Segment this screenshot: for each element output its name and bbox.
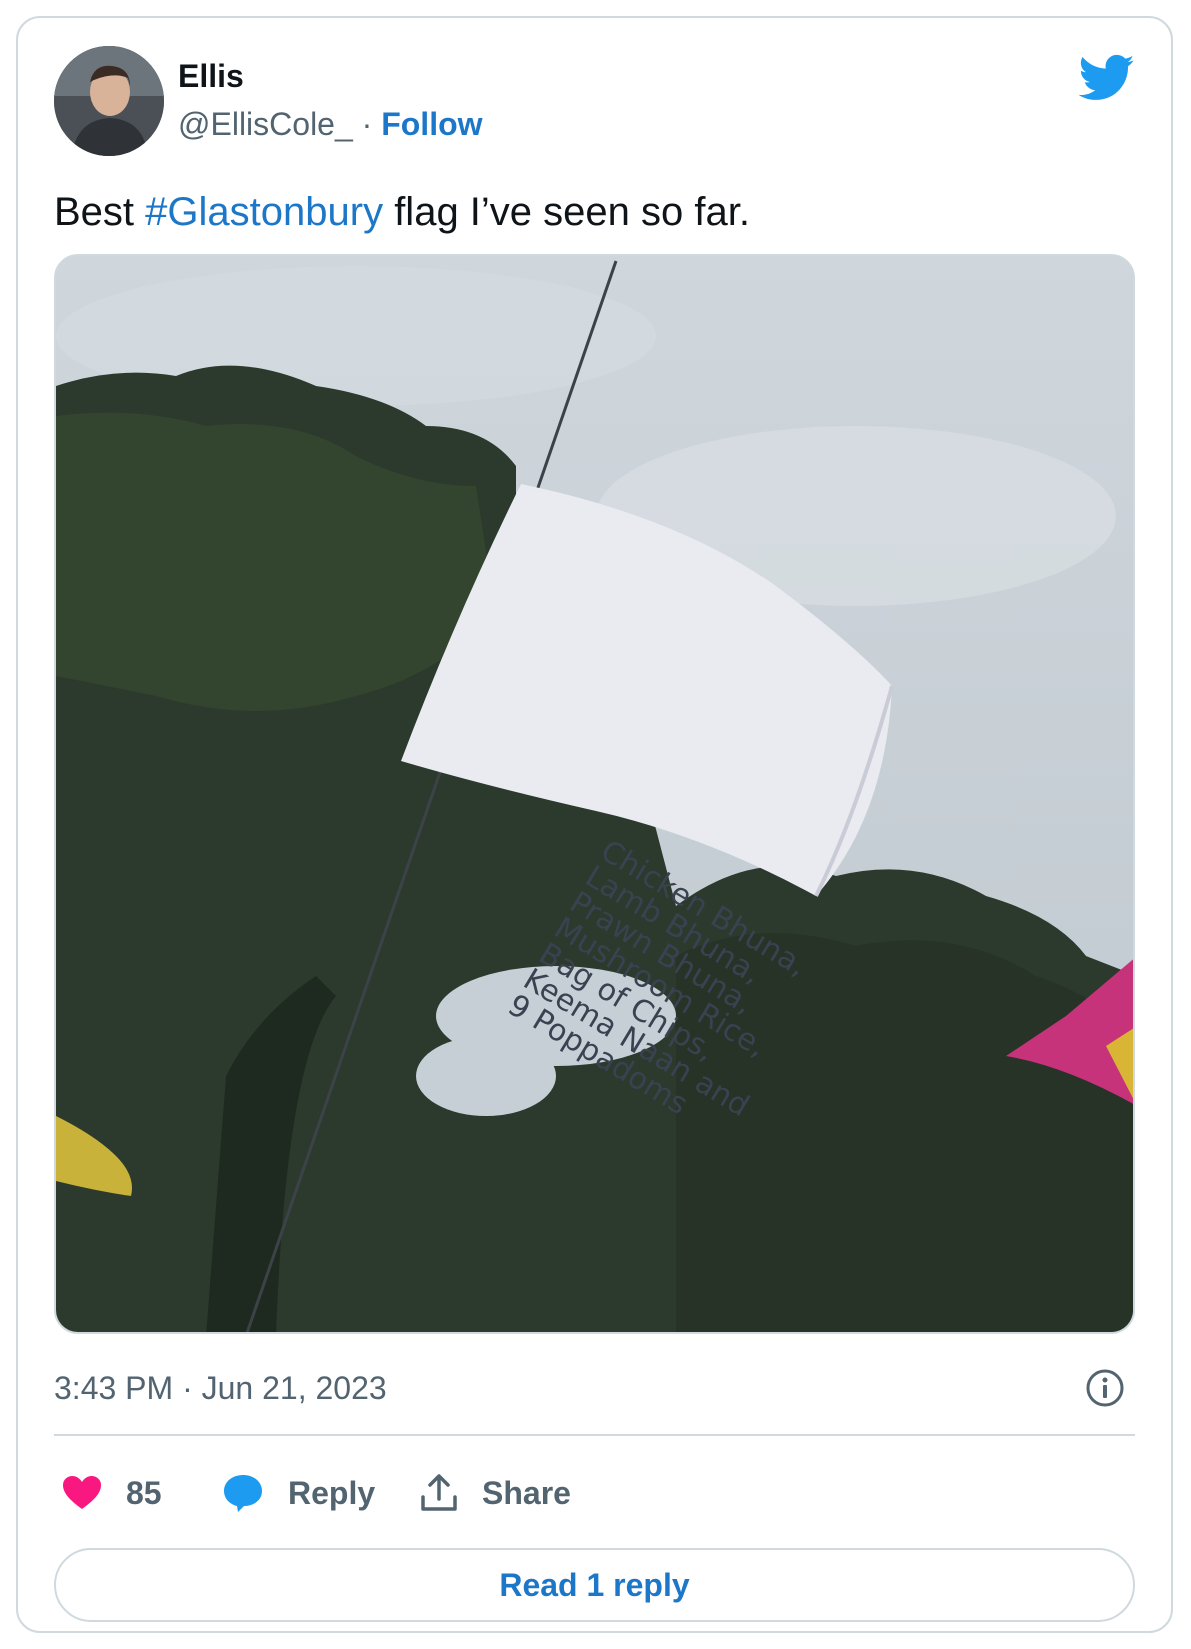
tweet-text-after: flag I’ve seen so far. <box>383 190 750 234</box>
tweet-photo[interactable]: Chicken Bhuna, Lamb Bhuna, Prawn Bhuna, … <box>54 254 1135 1334</box>
reply-label: Reply <box>288 1474 376 1511</box>
flag-photo-illustration <box>56 256 1133 1332</box>
handle-row: @EllisCole_ · Follow <box>178 106 483 143</box>
share-button[interactable]: Share <box>420 1468 571 1518</box>
avatar-image <box>54 46 164 156</box>
display-name[interactable]: Ellis <box>178 58 244 95</box>
handle[interactable]: @EllisCole_ <box>178 106 353 142</box>
divider <box>54 1434 1135 1436</box>
separator: · <box>352 106 382 142</box>
tweet-text-before: Best <box>54 190 146 234</box>
info-icon[interactable] <box>1085 1368 1125 1408</box>
action-bar: 85 Reply Share <box>54 1468 1135 1518</box>
like-count: 85 <box>126 1474 162 1511</box>
tweet-text: Best #Glastonbury flag I’ve seen so far. <box>54 190 750 235</box>
tweet-timestamp[interactable]: 3:43 PM · Jun 21, 2023 <box>54 1370 387 1407</box>
reply-button[interactable]: Reply <box>222 1468 375 1518</box>
like-button[interactable]: 85 <box>62 1468 162 1518</box>
avatar[interactable] <box>54 46 164 156</box>
tweet-card: Ellis @EllisCole_ · Follow Best #Glaston… <box>16 16 1173 1633</box>
share-label: Share <box>482 1474 571 1511</box>
share-icon <box>421 1474 457 1511</box>
twitter-bird-icon[interactable] <box>1079 54 1135 102</box>
reply-bubble-icon <box>224 1475 262 1512</box>
follow-button[interactable]: Follow <box>381 106 482 142</box>
read-replies-button[interactable]: Read 1 reply <box>54 1548 1135 1622</box>
hashtag-link[interactable]: #Glastonbury <box>145 190 383 234</box>
heart-icon <box>63 1476 101 1509</box>
